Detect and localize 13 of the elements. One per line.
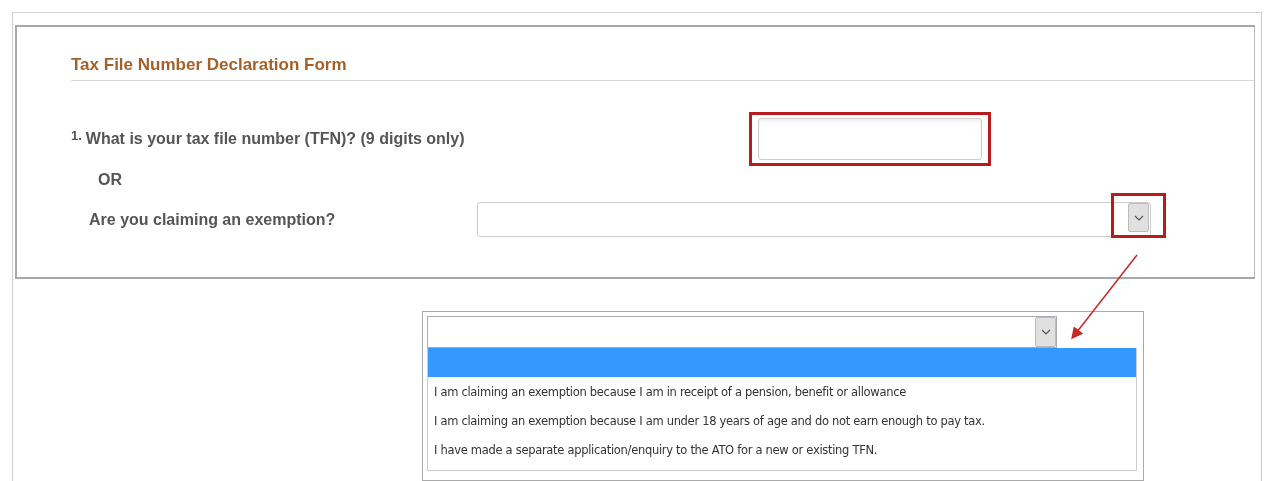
or-label: OR bbox=[98, 171, 123, 189]
exemption-label: Are you claiming an exemption? bbox=[89, 210, 337, 229]
caret-down-icon bbox=[1133, 214, 1144, 221]
question-label: What is your tax file number (TFN)? (9 digits only) bbox=[85, 130, 466, 148]
caret-down-icon bbox=[1040, 329, 1051, 335]
dropdown-button[interactable] bbox=[1128, 203, 1149, 232]
question-number: 1. bbox=[71, 127, 82, 143]
dropdown-button[interactable] bbox=[1035, 317, 1056, 347]
exemption-select[interactable] bbox=[477, 202, 1151, 237]
exemption-select[interactable] bbox=[427, 316, 1057, 348]
tfn-input-field[interactable] bbox=[757, 118, 982, 160]
form-title: Tax File Number Declaration Form bbox=[71, 55, 1254, 81]
dropdown-option[interactable] bbox=[428, 348, 1136, 377]
